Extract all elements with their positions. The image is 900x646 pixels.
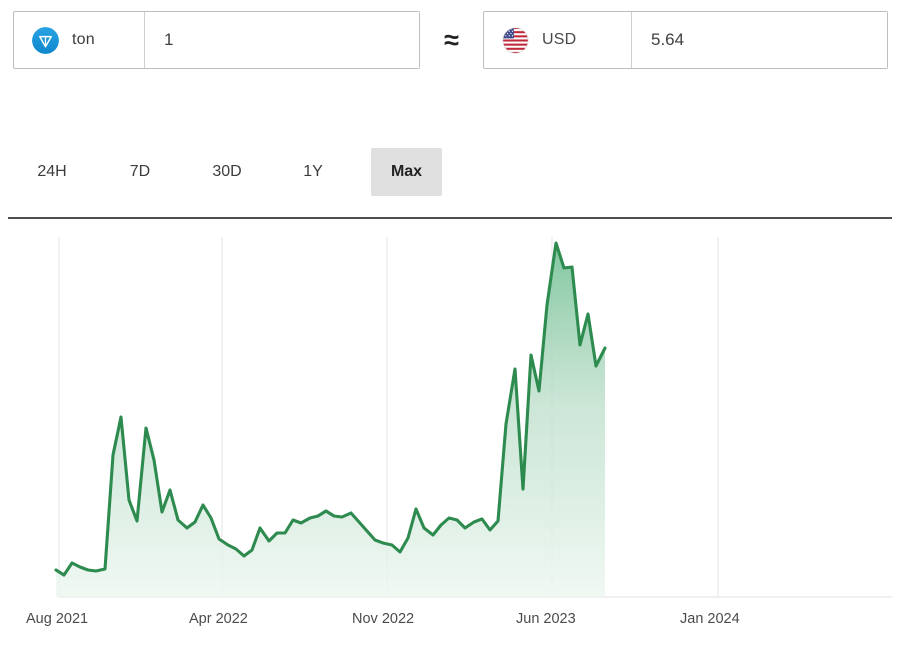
price-chart-svg: [0, 225, 900, 646]
x-axis-label-4: Jan 2024: [680, 611, 740, 627]
tab-max[interactable]: Max: [371, 148, 442, 196]
to-currency-selector[interactable]: USD: [484, 12, 632, 68]
currency-converter: ton 1 ≈: [0, 0, 900, 80]
x-axis-label-2: Nov 2022: [352, 611, 414, 627]
tab-1y[interactable]: 1Y: [283, 148, 343, 196]
tab-7d[interactable]: 7D: [110, 148, 170, 196]
usd-flag-icon: [502, 27, 529, 54]
from-currency-group: ton 1: [13, 11, 420, 69]
to-currency-code: USD: [542, 31, 576, 49]
x-axis-label-3: Jun 2023: [516, 611, 576, 627]
from-currency-selector[interactable]: ton: [14, 12, 145, 68]
from-currency-code: ton: [72, 31, 95, 49]
time-range-tabs: 24H 7D 30D 1Y Max: [0, 140, 900, 204]
section-divider: [8, 217, 892, 219]
x-axis-label-1: Apr 2022: [189, 611, 248, 627]
crypto-converter-page: ton 1 ≈: [0, 0, 900, 646]
ton-coin-icon: [32, 27, 59, 54]
tab-24h[interactable]: 24H: [22, 148, 82, 196]
to-amount-input[interactable]: 5.64: [632, 12, 887, 68]
to-currency-group: USD 5.64: [483, 11, 888, 69]
price-chart[interactable]: [0, 225, 900, 646]
approximately-equals-symbol: ≈: [420, 27, 483, 54]
x-axis-label-0: Aug 2021: [26, 611, 88, 627]
from-amount-input[interactable]: 1: [145, 12, 419, 68]
chart-x-axis-labels: Aug 2021 Apr 2022 Nov 2022 Jun 2023 Jan …: [0, 611, 900, 635]
tab-30d[interactable]: 30D: [197, 148, 257, 196]
chart-area-fill: [56, 243, 605, 597]
